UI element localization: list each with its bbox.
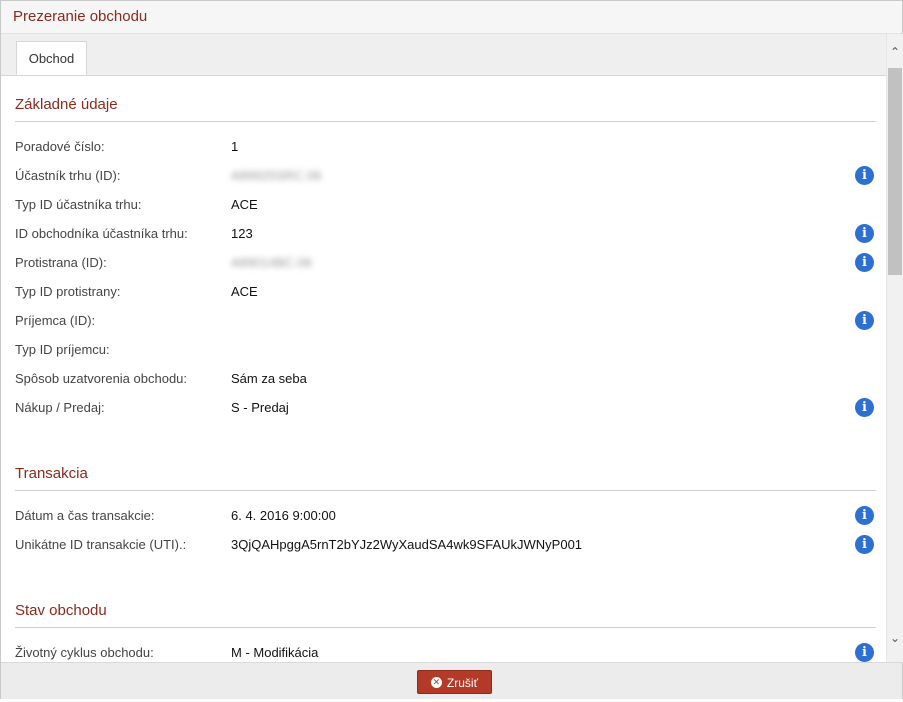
field-label: Unikátne ID transakcie (UTI).: xyxy=(15,537,187,552)
field-label: Účastník trhu (ID): xyxy=(15,168,121,183)
field-row-prijemca: Príjemca (ID): i xyxy=(15,307,876,336)
field-value-redacted: A89014BC.06 xyxy=(231,255,312,270)
info-icon[interactable]: i xyxy=(855,506,874,525)
field-row-poradove-cislo: Poradové číslo: 1 xyxy=(15,133,876,162)
field-row-typ-id-protistrany: Typ ID protistrany: ACE xyxy=(15,278,876,307)
field-row-typ-id-prijemcu: Typ ID príjemcu: xyxy=(15,336,876,365)
field-row-uti: Unikátne ID transakcie (UTI).: 3QjQAHpgg… xyxy=(15,531,876,560)
cancel-button-label: Zrušiť xyxy=(446,676,479,690)
section-title: Stav obchodu xyxy=(15,602,107,619)
section-transaction-header: Transakcia xyxy=(15,461,876,491)
tab-obchod[interactable]: Obchod xyxy=(16,41,87,75)
field-row-sposob-uzatvorenia: Spôsob uzatvorenia obchodu: Sám za seba xyxy=(15,365,876,394)
scrollbar-thumb[interactable] xyxy=(888,68,902,275)
field-label: Životný cyklus obchodu: xyxy=(15,645,154,660)
field-label: Poradové číslo: xyxy=(15,139,105,154)
section-divider xyxy=(15,121,876,122)
field-row-ucastnik-trhu: Účastník trhu (ID): A89925SRC.06 i xyxy=(15,162,876,191)
section-title: Základné údaje xyxy=(15,96,118,113)
info-icon[interactable]: i xyxy=(855,398,874,417)
field-label: Typ ID príjemcu: xyxy=(15,342,110,357)
info-icon[interactable]: i xyxy=(855,224,874,243)
field-value: 123 xyxy=(231,226,253,241)
field-label: Spôsob uzatvorenia obchodu: xyxy=(15,371,188,386)
vertical-scrollbar[interactable]: ⌃ ⌄ xyxy=(886,34,903,662)
dialog-footer: ✕ Zrušiť xyxy=(1,662,902,699)
field-label: Príjemca (ID): xyxy=(15,313,96,328)
dialog-title: Prezeranie obchodu xyxy=(13,8,148,25)
section-title: Transakcia xyxy=(15,465,88,482)
field-value: ACE xyxy=(231,284,258,299)
field-value: Sám za seba xyxy=(231,371,307,386)
section-divider xyxy=(15,490,876,491)
field-label: Dátum a čas transakcie: xyxy=(15,508,155,523)
info-icon[interactable]: i xyxy=(855,535,874,554)
tab-strip: Obchod xyxy=(1,34,886,76)
info-icon[interactable]: i xyxy=(855,166,874,185)
field-value: 6. 4. 2016 9:00:00 xyxy=(231,508,336,523)
section-divider xyxy=(15,627,876,628)
field-value: 3QjQAHpggA5rnT2bYJz2WyXaudSA4wk9SFAUkJWN… xyxy=(231,537,583,552)
field-label: Typ ID protistrany: xyxy=(15,284,121,299)
field-row-id-obchodnika: ID obchodníka účastníka trhu: 123 i xyxy=(15,220,876,249)
field-label: Typ ID účastníka trhu: xyxy=(15,197,142,212)
field-label: ID obchodníka účastníka trhu: xyxy=(15,226,188,241)
field-value: 1 xyxy=(231,139,239,154)
field-row-zivotny-cyklus: Životný cyklus obchodu: M - Modifikácia … xyxy=(15,639,876,662)
section-basic-header: Základné údaje xyxy=(15,92,876,122)
info-icon[interactable]: i xyxy=(855,311,874,330)
cancel-button[interactable]: ✕ Zrušiť xyxy=(417,670,492,694)
field-label: Nákup / Predaj: xyxy=(15,400,105,415)
trade-view-dialog: Prezeranie obchodu Obchod Základné údaje… xyxy=(0,0,903,699)
field-value: S - Predaj xyxy=(231,400,289,415)
field-value: ACE xyxy=(231,197,258,212)
dialog-content: Základné údaje Poradové číslo: 1 Účastní… xyxy=(1,76,886,662)
field-row-typ-id-ucastnika: Typ ID účastníka trhu: ACE xyxy=(15,191,876,220)
field-row-datum-cas: Dátum a čas transakcie: 6. 4. 2016 9:00:… xyxy=(15,502,876,531)
field-value: M - Modifikácia xyxy=(231,645,319,660)
section-state-header: Stav obchodu xyxy=(15,598,876,628)
info-icon[interactable]: i xyxy=(855,253,874,272)
field-value-redacted: A89925SRC.06 xyxy=(231,168,322,183)
scroll-up-icon[interactable]: ⌃ xyxy=(887,44,903,60)
dialog-titlebar: Prezeranie obchodu xyxy=(1,1,902,34)
info-icon[interactable]: i xyxy=(855,643,874,662)
field-label: Protistrana (ID): xyxy=(15,255,107,270)
field-row-protistrana: Protistrana (ID): A89014BC.06 i xyxy=(15,249,876,278)
scroll-down-icon[interactable]: ⌄ xyxy=(887,630,903,646)
field-row-nakup-predaj: Nákup / Predaj: S - Predaj i xyxy=(15,394,876,423)
close-circle-icon: ✕ xyxy=(430,677,442,689)
